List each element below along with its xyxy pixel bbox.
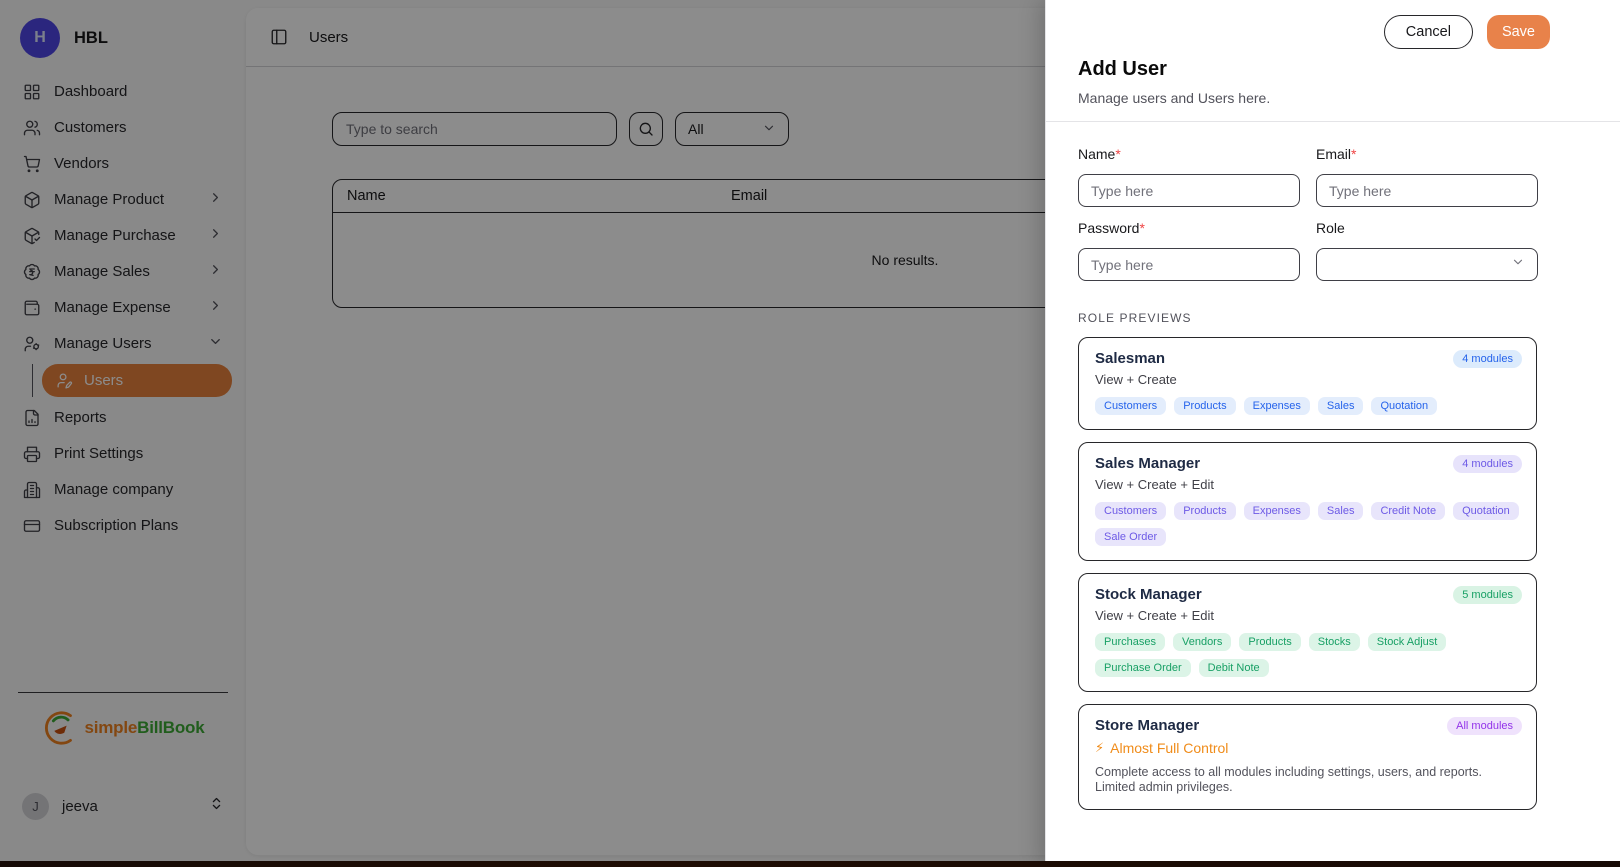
module-tag: Stocks [1309, 633, 1360, 651]
role-card-stock-manager[interactable]: Stock Manager 5 modules View + Create + … [1078, 573, 1537, 692]
email-field-group: Email* [1316, 146, 1538, 207]
role-card-salesman[interactable]: Salesman 4 modules View + Create Custome… [1078, 337, 1537, 430]
role-card-sales-manager[interactable]: Sales Manager 4 modules View + Create + … [1078, 442, 1537, 561]
role-card-access: View + Create + Edit [1095, 477, 1520, 492]
module-tag: Debit Note [1199, 659, 1269, 677]
email-label: Email* [1316, 146, 1538, 162]
role-card-access: View + Create [1095, 372, 1520, 387]
module-tags: Customers Products Expenses Sales Credit Not… [1095, 502, 1520, 546]
name-label: Name* [1078, 146, 1300, 162]
required-asterisk: * [1351, 146, 1356, 162]
module-count-badge: All modules [1447, 717, 1522, 735]
module-tags: Purchases Vendors Products Stocks Stock Adju… [1095, 633, 1520, 677]
password-label: Password* [1078, 220, 1300, 236]
drawer-subtitle: Manage users and Users here. [1078, 90, 1588, 106]
role-card-access: View + Create + Edit [1095, 608, 1520, 623]
module-tag: Expenses [1244, 397, 1310, 415]
role-card-access: ⚡ Almost Full Control [1095, 740, 1520, 756]
module-tag: Quotation [1453, 502, 1519, 520]
drawer-actions: Cancel Save [1384, 15, 1550, 49]
save-button[interactable]: Save [1487, 15, 1550, 49]
module-count-badge: 4 modules [1453, 350, 1522, 368]
required-asterisk: * [1115, 146, 1120, 162]
module-count-badge: 5 modules [1453, 586, 1522, 604]
module-tag: Purchases [1095, 633, 1165, 651]
cancel-button[interactable]: Cancel [1384, 15, 1473, 49]
module-tag: Vendors [1173, 633, 1231, 651]
module-tag: Expenses [1244, 502, 1310, 520]
app-screen: H HBL Dashboard Customers Vendors Manage… [0, 0, 1620, 867]
module-tag: Purchase Order [1095, 659, 1191, 677]
modal-overlay[interactable] [0, 0, 1045, 867]
module-tag: Products [1174, 397, 1235, 415]
module-count-badge: 4 modules [1453, 455, 1522, 473]
bolt-icon: ⚡ [1095, 740, 1104, 756]
drawer-content: Name* Email* Password* Role [1046, 122, 1620, 810]
role-label: Role [1316, 220, 1538, 236]
module-tag: Customers [1095, 397, 1166, 415]
module-tag: Sales [1318, 502, 1364, 520]
add-user-form: Name* Email* Password* Role [1078, 146, 1537, 281]
name-field[interactable] [1078, 174, 1300, 207]
role-card-description: Complete access to all modules including… [1095, 765, 1520, 795]
module-tag: Products [1174, 502, 1235, 520]
password-field[interactable] [1078, 248, 1300, 281]
module-tags: Customers Products Expenses Sales Quotation [1095, 397, 1520, 415]
module-tag: Customers [1095, 502, 1166, 520]
add-user-drawer: Cancel Save Add User Manage users and Us… [1045, 0, 1620, 867]
required-asterisk: * [1139, 220, 1144, 236]
name-field-group: Name* [1078, 146, 1300, 207]
role-previews-heading: ROLE PREVIEWS [1078, 311, 1537, 325]
email-field[interactable] [1316, 174, 1538, 207]
module-tag: Quotation [1371, 397, 1437, 415]
module-tag: Sales [1318, 397, 1364, 415]
module-tag: Products [1239, 633, 1300, 651]
module-tag: Stock Adjust [1368, 633, 1447, 651]
password-field-group: Password* [1078, 220, 1300, 281]
bottom-edge-bar [0, 861, 1620, 867]
role-select[interactable] [1316, 248, 1538, 281]
chevron-down-icon [1511, 255, 1525, 274]
module-tag: Credit Note [1371, 502, 1445, 520]
role-card-store-manager[interactable]: Store Manager All modules ⚡ Almost Full … [1078, 704, 1537, 810]
role-field-group: Role [1316, 220, 1538, 281]
module-tag: Sale Order [1095, 528, 1166, 546]
drawer-title: Add User [1078, 58, 1588, 81]
